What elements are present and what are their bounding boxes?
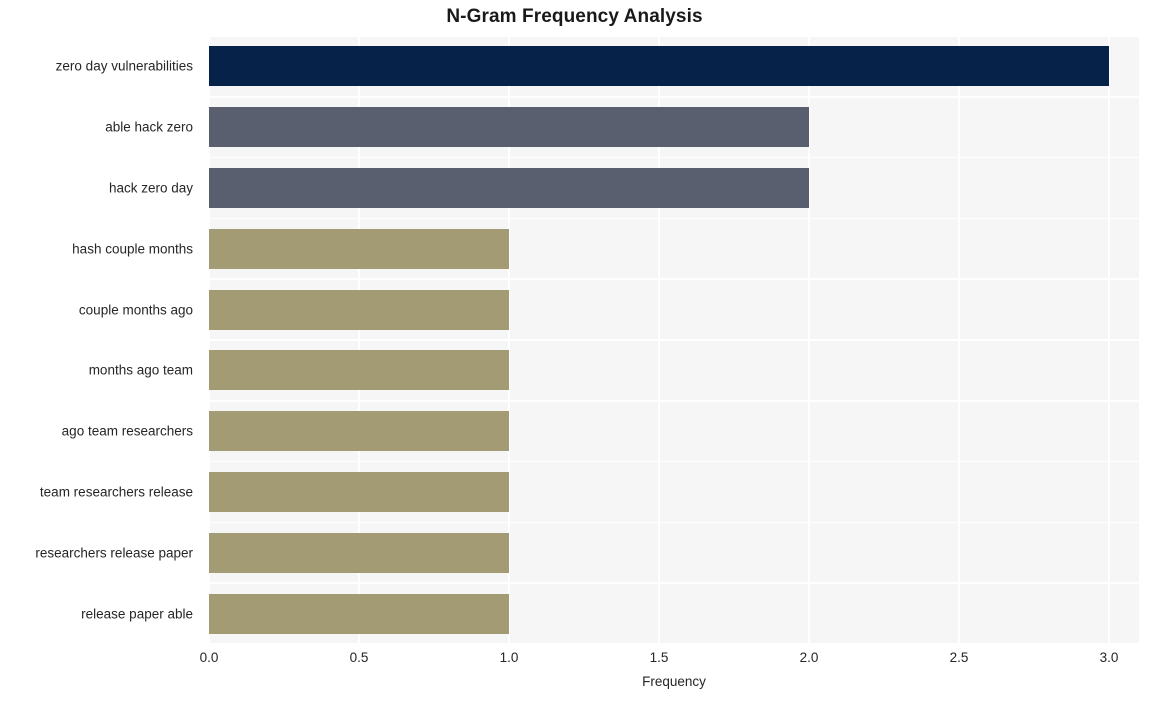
bar (209, 350, 509, 391)
y-gridline (209, 643, 1139, 645)
y-gridline (209, 156, 1139, 159)
y-gridline (209, 96, 1139, 98)
bar (209, 289, 509, 330)
y-axis-tick-label: team researchers release (39, 484, 193, 500)
y-axis-tick-label: release paper able (81, 606, 193, 622)
x-axis-title: Frequency (642, 674, 706, 689)
x-axis-tick-label: 0.0 (199, 650, 219, 665)
y-axis-tick-label: hash couple months (72, 241, 193, 257)
y-axis-tick-label: ago team researchers (61, 423, 193, 439)
x-axis-tick-label: 0.5 (349, 650, 369, 665)
bar (209, 168, 809, 208)
x-axis-tick-label: 1.0 (499, 650, 519, 665)
bar (209, 593, 509, 634)
bar (209, 472, 509, 512)
y-gridline (209, 217, 1139, 220)
ngram-frequency-chart: N-Gram Frequency Analysis zero day vulne… (0, 0, 1149, 701)
page-title: N-Gram Frequency Analysis (446, 6, 703, 27)
y-axis-tick-label: able hack zero (105, 119, 193, 135)
y-axis-tick-label: researchers release paper (35, 545, 193, 561)
y-axis-tick-label: zero day vulnerabilities (55, 58, 193, 74)
y-axis-tick-label: months ago team (88, 362, 193, 378)
y-axis-tick-label: couple months ago (78, 302, 193, 318)
y-gridline (209, 400, 1139, 402)
y-gridline (209, 35, 1139, 37)
bar (209, 532, 509, 573)
y-gridline (209, 460, 1139, 463)
y-axis-tick-labels: zero day vulnerabilities able hack zero ha… (0, 36, 201, 644)
x-axis-tick-label: 3.0 (1099, 650, 1119, 665)
y-gridline (209, 521, 1139, 524)
y-gridline (209, 278, 1139, 280)
y-gridline (209, 339, 1139, 341)
x-axis-tick-label: 1.5 (649, 650, 669, 665)
bar (209, 411, 509, 452)
x-axis-tick-label: 2.5 (949, 650, 969, 665)
bar (209, 107, 809, 148)
x-axis-tick-label: 2.0 (799, 650, 819, 665)
x-axis-tick-labels: 0.0 0.5 1.0 1.5 2.0 2.5 3.0 (0, 646, 1149, 672)
y-axis-tick-label: hack zero day (108, 180, 193, 196)
y-gridline (209, 582, 1139, 584)
bar (209, 46, 1109, 87)
plot-area (208, 35, 1139, 645)
bar (209, 228, 509, 269)
